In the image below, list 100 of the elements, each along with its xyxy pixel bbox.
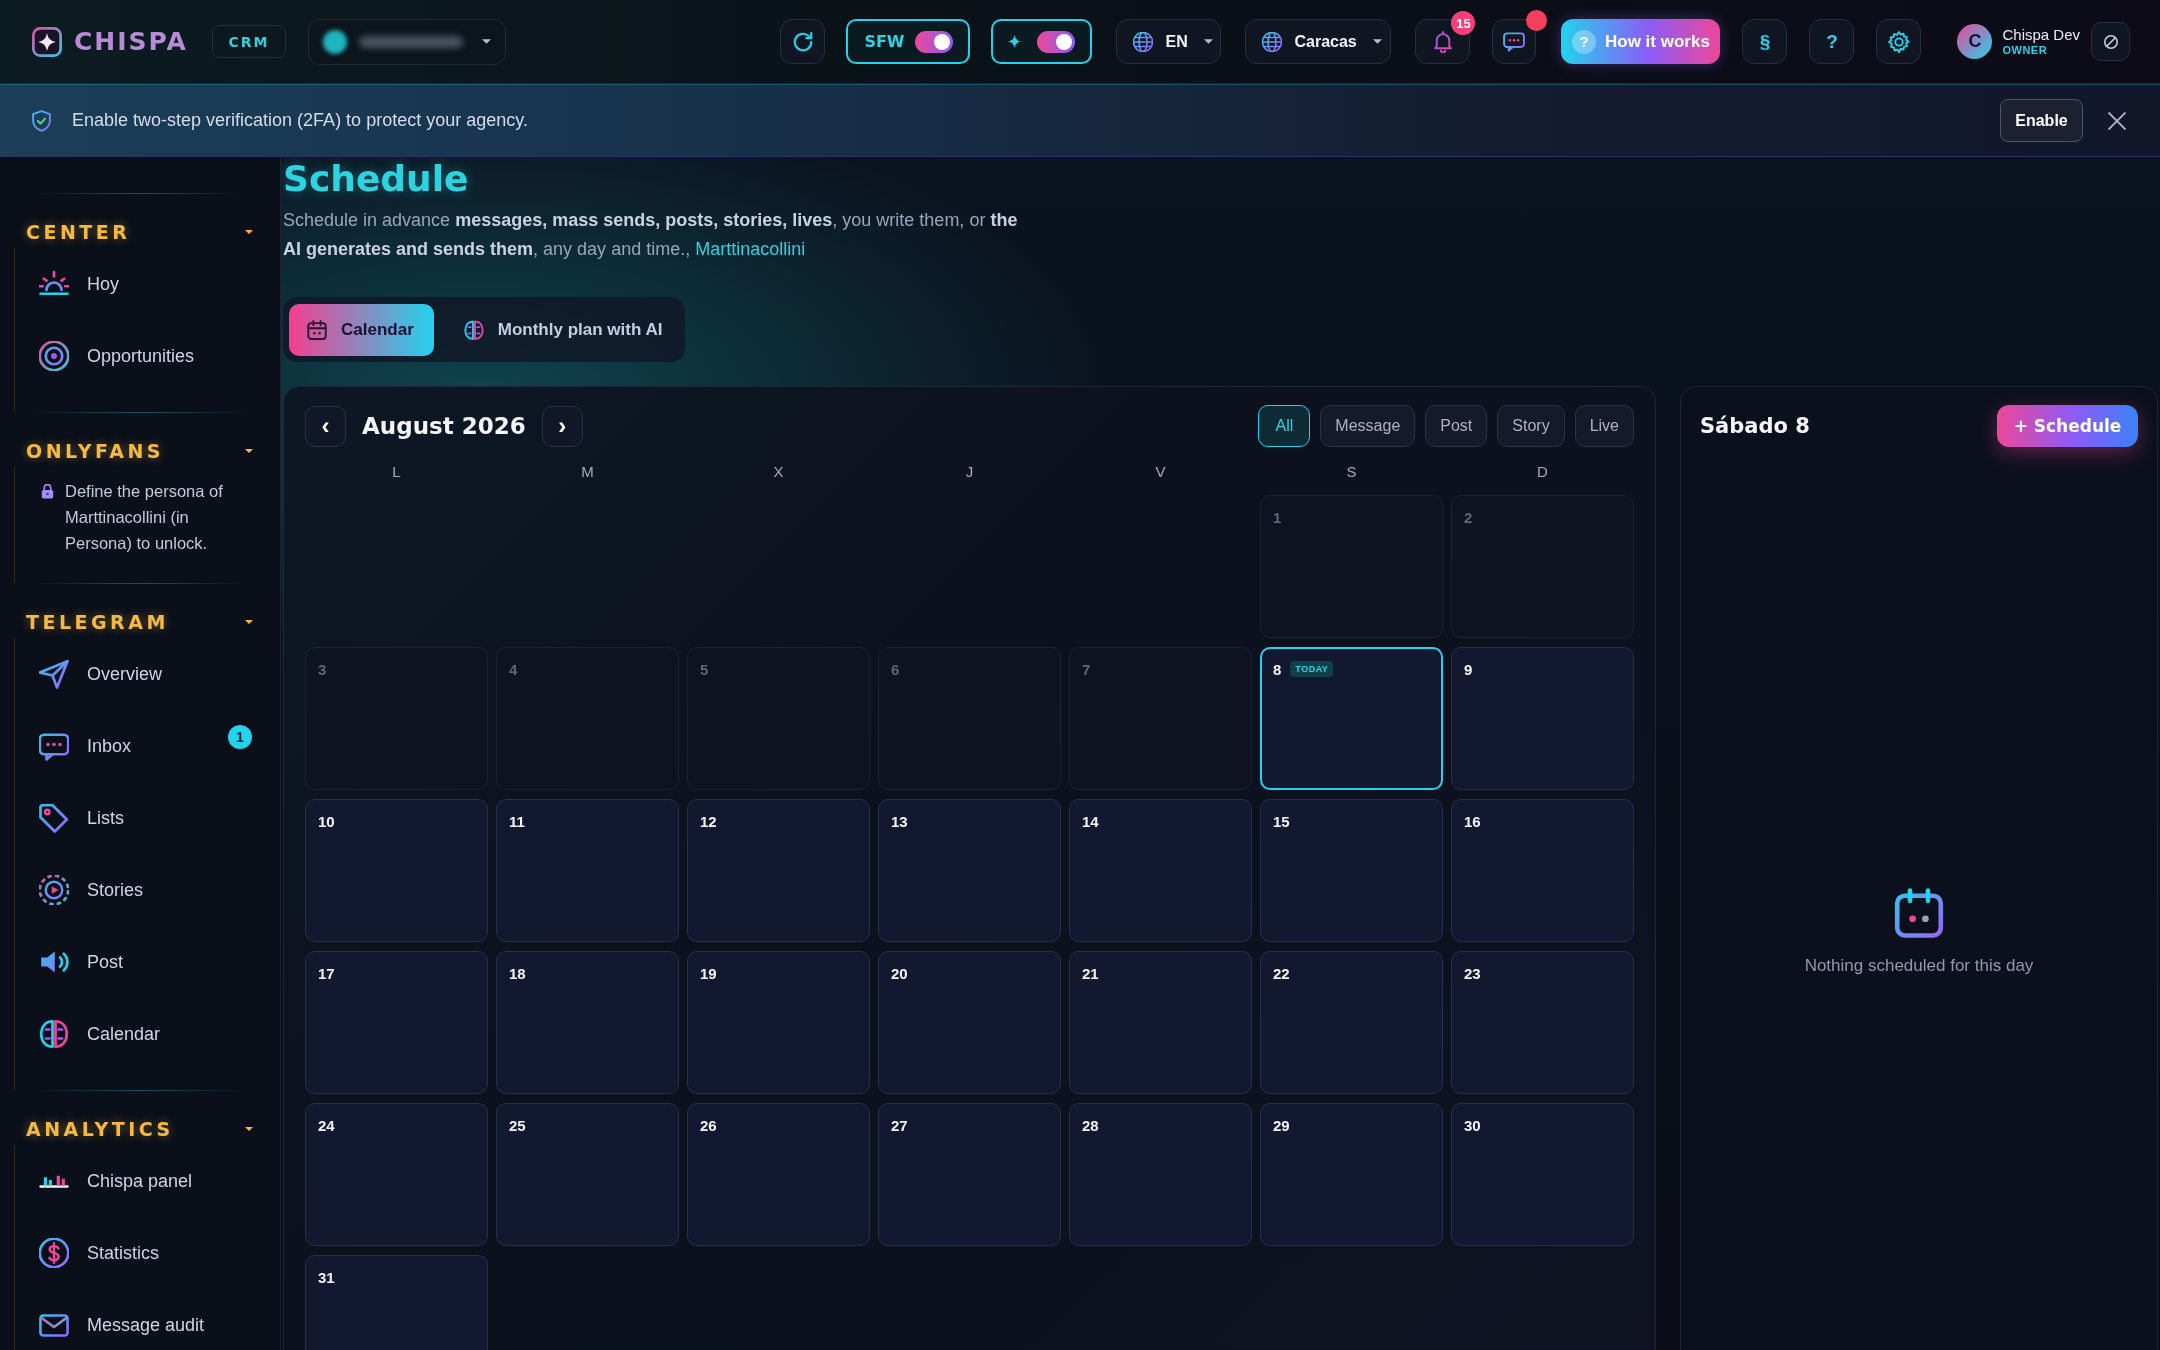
day-cell[interactable]: 23 — [1451, 951, 1634, 1094]
messages-button[interactable] — [1492, 19, 1537, 64]
sparkle-icon — [1008, 35, 1022, 48]
day-number: 4 — [509, 661, 518, 679]
settings-button[interactable] — [1876, 19, 1922, 64]
sidebar-item[interactable]: Statistics — [30, 1227, 260, 1279]
section-header[interactable]: CENTER — [0, 216, 280, 248]
day-cell[interactable]: 27 — [878, 1103, 1061, 1246]
day-cell[interactable]: 16 — [1451, 799, 1634, 942]
filter-chip[interactable]: Post — [1425, 405, 1488, 447]
filter-chip[interactable]: Message — [1320, 405, 1416, 447]
mail-icon — [39, 1313, 69, 1337]
crm-badge: CRM — [211, 25, 286, 58]
sidebar-item[interactable]: Lists — [30, 792, 260, 844]
timezone-dropdown[interactable]: Caracas — [1245, 19, 1392, 64]
day-cell[interactable]: 13 — [878, 799, 1061, 942]
how-it-works-button[interactable]: ? How it works — [1561, 19, 1721, 64]
section-header[interactable]: ONLYFANS — [0, 435, 280, 467]
day-cell[interactable]: 21 — [1069, 951, 1252, 1094]
view-tab[interactable]: Calendar — [289, 303, 434, 356]
day-cell[interactable]: 19 — [687, 951, 870, 1094]
day-cell[interactable]: 30 — [1451, 1103, 1634, 1246]
sidebar-item[interactable]: Post — [30, 936, 260, 988]
empty-message: Nothing scheduled for this day — [1804, 956, 2034, 976]
gear-icon — [1887, 30, 1910, 53]
day-number: 28 — [1082, 1117, 1099, 1135]
day-cell[interactable]: 18 — [496, 951, 679, 1094]
close-button[interactable] — [2106, 109, 2128, 132]
day-number: 7 — [1082, 661, 1091, 679]
circle-slash-button[interactable] — [2091, 22, 2130, 61]
globe-icon — [1262, 31, 1283, 52]
help-button[interactable]: ? — [1809, 19, 1855, 64]
day-cell[interactable]: 24 — [305, 1103, 488, 1246]
sidebar-item[interactable]: Hoy — [30, 258, 260, 310]
notification-badge: 15 — [1451, 11, 1476, 35]
day-cell[interactable]: 17 — [305, 951, 488, 1094]
filter-chip[interactable]: Story — [1497, 405, 1565, 447]
sidebar-item[interactable]: Overview — [30, 648, 260, 700]
day-cell[interactable]: 28 — [1069, 1103, 1252, 1246]
lock-icon — [41, 484, 54, 499]
day-number: 10 — [318, 813, 335, 831]
toggle-button[interactable]: SFW — [846, 19, 971, 64]
notifications-button[interactable] — [1415, 19, 1471, 64]
question-icon: ? — [1572, 29, 1596, 54]
logo-icon — [32, 26, 62, 57]
bar-chart-icon — [39, 1174, 69, 1188]
day-cell[interactable]: 12 — [687, 799, 870, 942]
account-selector[interactable] — [307, 18, 506, 65]
day-number: 3 — [318, 661, 327, 679]
weekday-label: M — [580, 462, 595, 482]
sidebar-item[interactable]: Chispa panel — [30, 1155, 260, 1207]
brain-icon — [463, 319, 484, 340]
refresh-icon — [791, 30, 814, 53]
previous-month-button[interactable]: ‹ — [305, 405, 346, 447]
day-cell[interactable]: 22 — [1260, 951, 1443, 1094]
day-number: 26 — [700, 1117, 717, 1135]
account-link[interactable]: Marttinacollini — [695, 239, 806, 259]
day-number: 9 — [1464, 661, 1473, 679]
day-cell[interactable]: 25 — [496, 1103, 679, 1246]
sidebar-item[interactable]: Message audit — [30, 1299, 260, 1350]
sidebar-item[interactable]: Stories — [30, 864, 260, 916]
day-cell[interactable]: 26 — [687, 1103, 870, 1246]
day-cell[interactable]: 10 — [305, 799, 488, 942]
filter-chip[interactable]: All — [1258, 405, 1311, 447]
schedule-button[interactable]: + Schedule — [1997, 405, 2138, 447]
brain-icon — [39, 1019, 69, 1049]
day-number: 23 — [1464, 965, 1481, 983]
day-cell[interactable]: 20 — [878, 951, 1061, 1094]
section-sign-button[interactable]: § — [1742, 19, 1788, 64]
toggle-button[interactable] — [991, 19, 1093, 64]
day-title: Sábado 8 — [1700, 414, 1810, 438]
filter-chip[interactable]: Live — [1574, 405, 1634, 447]
sidebar-item[interactable]: Opportunities — [30, 330, 260, 382]
day-number: 1 — [1273, 509, 1282, 527]
user-avatar[interactable]: C — [1957, 24, 1993, 59]
view-tab[interactable]: Monthly plan with AI — [445, 303, 683, 356]
next-month-button[interactable]: › — [541, 405, 583, 447]
sidebar-item[interactable]: Inbox 1 — [30, 720, 260, 772]
refresh-button[interactable] — [780, 19, 826, 64]
day-number: 6 — [891, 661, 900, 679]
day-cell[interactable]: 8 TODAY — [1260, 647, 1443, 790]
sidebar-item[interactable]: Calendar — [30, 1008, 260, 1060]
section-header[interactable]: TELEGRAM — [0, 606, 280, 638]
day-number: 30 — [1464, 1117, 1481, 1135]
target-icon — [39, 341, 69, 371]
day-cell[interactable]: 11 — [496, 799, 679, 942]
day-cell[interactable]: 15 — [1260, 799, 1443, 942]
day-number: 31 — [318, 1269, 335, 1287]
day-cell[interactable]: 29 — [1260, 1103, 1443, 1246]
enable-button[interactable]: Enable — [2000, 99, 2083, 142]
toggle-switch[interactable] — [1037, 30, 1076, 53]
toggle-switch[interactable] — [914, 30, 953, 53]
day-cell[interactable]: 31 — [305, 1255, 488, 1350]
section-header[interactable]: ANALYTICS — [0, 1113, 280, 1145]
day-number: 24 — [318, 1117, 335, 1135]
day-number: 25 — [509, 1117, 526, 1135]
day-cell[interactable]: 14 — [1069, 799, 1252, 942]
language-dropdown[interactable]: EN — [1116, 19, 1222, 64]
day-cell[interactable]: 9 — [1451, 647, 1634, 790]
day-number: 18 — [509, 965, 526, 983]
